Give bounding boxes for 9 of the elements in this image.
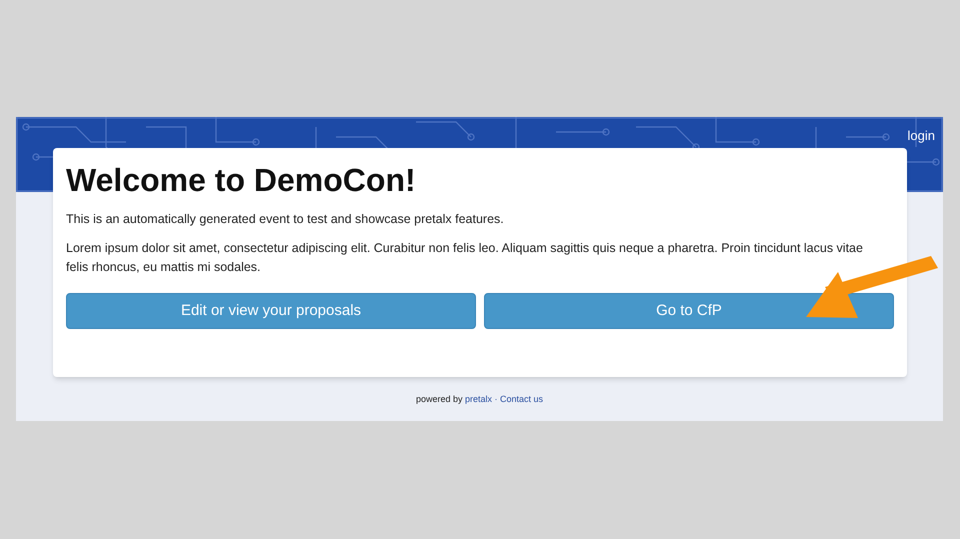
- contact-link[interactable]: Contact us: [500, 394, 544, 404]
- footer-text: powered by: [416, 394, 462, 404]
- annotation-arrow-icon: [806, 256, 938, 318]
- intro-text: This is an automatically generated event to test and showcase pretalx features.: [66, 211, 505, 228]
- footer-separator: ·: [494, 394, 498, 404]
- login-link[interactable]: login: [908, 126, 935, 146]
- description-text: Lorem ipsum dolor sit amet, consectetur adipiscing elit. Curabitur non felis leo. Aliquam sagittis quis neque a pharetra. Proin tincidunt lacus vitae felis rhoncus, eu mattis mi sodales.: [66, 240, 864, 276]
- pretalx-link[interactable]: pretalx: [464, 394, 492, 404]
- page-title: Welcome to DemoCon!: [66, 161, 417, 200]
